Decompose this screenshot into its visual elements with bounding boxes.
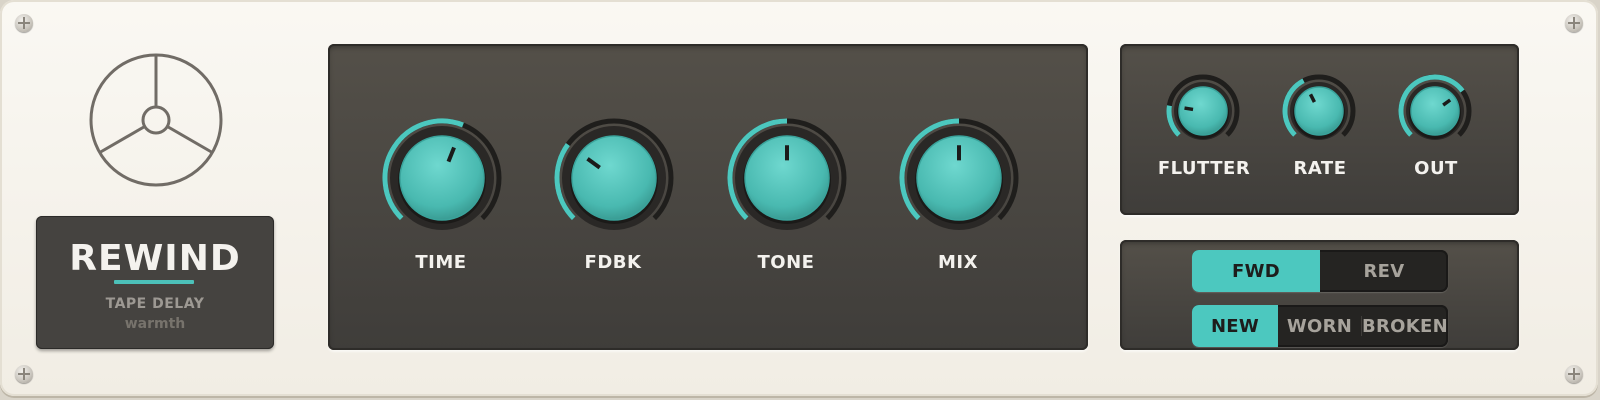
- direction-switch: FWD REV: [1192, 250, 1448, 292]
- tape-new-button[interactable]: NEW: [1192, 305, 1278, 347]
- mode-panel: FWD REV NEW WORN BROKEN: [1120, 240, 1519, 350]
- flutter-knob[interactable]: [1164, 72, 1242, 154]
- feedback-knob[interactable]: [550, 114, 678, 246]
- knob-pointer: [1184, 106, 1194, 112]
- direction-reverse-button[interactable]: REV: [1320, 250, 1448, 292]
- tape-worn-button[interactable]: WORN: [1278, 305, 1361, 347]
- knob-body: [571, 135, 657, 221]
- tone-label: TONE: [757, 252, 815, 273]
- preset-tag: warmth: [124, 316, 186, 332]
- screw-top-left-icon: [15, 14, 33, 32]
- tape-broken-button[interactable]: BROKEN: [1362, 305, 1448, 347]
- plugin-title: REWIND: [69, 238, 241, 279]
- mix-label: MIX: [938, 252, 978, 273]
- output-label: OUT: [1414, 158, 1458, 179]
- tape-condition-switch: NEW WORN BROKEN: [1192, 305, 1448, 347]
- tape-reel-logo-icon: [89, 53, 223, 187]
- modulation-panel: FLUTTER RATE OUT: [1120, 44, 1519, 215]
- tone-knob[interactable]: [723, 114, 851, 246]
- screw-top-right-icon: [1565, 14, 1583, 32]
- plugin-subtitle: TAPE DELAY: [105, 296, 205, 312]
- knob-body: [399, 135, 485, 221]
- plugin-name-badge: REWIND TAPE DELAY warmth: [36, 216, 274, 349]
- rate-knob[interactable]: [1280, 72, 1358, 154]
- knob-body: [1178, 86, 1228, 136]
- main-controls-panel: TIME FDBK TONE MIX: [328, 44, 1088, 350]
- mix-knob[interactable]: [895, 114, 1023, 246]
- knob-body: [1294, 86, 1344, 136]
- screw-bottom-right-icon: [1565, 365, 1583, 383]
- knob-body: [1410, 86, 1460, 136]
- time-knob[interactable]: [378, 114, 506, 246]
- direction-forward-button[interactable]: FWD: [1192, 250, 1320, 292]
- title-underline: [114, 280, 194, 284]
- screw-bottom-left-icon: [15, 365, 33, 383]
- time-label: TIME: [415, 252, 467, 273]
- output-knob[interactable]: [1396, 72, 1474, 154]
- plugin-faceplate: REWIND TAPE DELAY warmth TIME FDBK TONE …: [0, 0, 1598, 396]
- feedback-label: FDBK: [584, 252, 642, 273]
